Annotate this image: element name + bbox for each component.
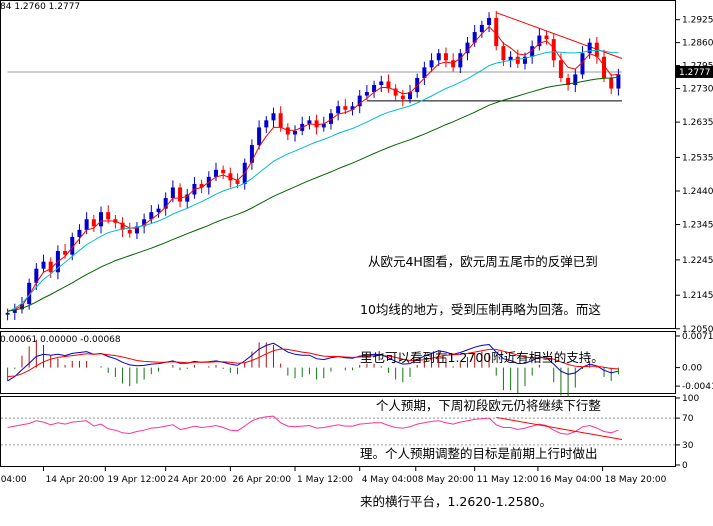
price-ytick-label: 1.2345 — [682, 221, 713, 231]
oscillator-ytick-label: 30 — [682, 441, 694, 451]
candle-body — [594, 42, 599, 57]
candle-body — [257, 127, 262, 146]
candle-body — [285, 127, 290, 135]
candle-body — [178, 187, 183, 202]
candle-body — [487, 17, 492, 25]
candle-body — [379, 81, 384, 86]
candle-body — [91, 219, 96, 227]
candle-body — [99, 212, 104, 227]
candle-body — [436, 53, 441, 61]
candle-body — [443, 53, 448, 61]
candle-body — [609, 77, 614, 89]
price-ytick-label: 1.2245 — [682, 256, 713, 266]
price-ytick-label: 1.2635 — [682, 118, 713, 128]
candle-body — [41, 261, 46, 269]
candle-body — [343, 106, 348, 110]
price-ytick-label: 1.2860 — [682, 39, 713, 49]
candle-body — [84, 219, 89, 230]
candle-body — [314, 120, 319, 128]
candle-body — [587, 42, 592, 54]
price-ytick-label: 1.2145 — [682, 291, 713, 301]
candle-body — [307, 120, 312, 124]
candle-body — [213, 169, 218, 177]
x-tick-label: 14 Apr 20:00 — [46, 475, 105, 485]
annotation-line: 10均线的地方，受到压制再略为回落。而这 — [360, 302, 601, 317]
candle-body — [515, 56, 520, 64]
oscillator-ytick-label: 0 — [682, 461, 688, 471]
candle-body — [278, 113, 283, 128]
x-tick-label: 19 Apr 12:00 — [107, 475, 166, 485]
candle-body — [5, 312, 10, 315]
price-ytick-label: 1.2730 — [682, 85, 713, 95]
price-ytick-label: 1.2440 — [682, 187, 713, 197]
candle-body — [364, 92, 369, 96]
macd-ytick-label: 0.00713 — [682, 332, 713, 342]
annotation-line: 从欧元4H图看，欧元周五尾市的反弹已到 — [360, 254, 598, 269]
candle-body — [616, 74, 621, 89]
x-tick-label: 26 Apr 20:00 — [232, 475, 291, 485]
macd-ytick-label: 0.00 — [682, 364, 702, 374]
x-tick-label: 1 May 12:00 — [297, 475, 353, 485]
candle-body — [429, 60, 434, 68]
candle-body — [170, 187, 175, 199]
last-price-label: 1.2777 — [679, 68, 711, 78]
oscillator-ytick-label: 100 — [682, 394, 699, 404]
candle-body — [544, 35, 549, 40]
annotation-line: 里也可以看到在1.2700附近有相当的支持。 — [360, 350, 604, 365]
annotation-line: 个人预期，下周初段欧元仍将继续下行整 — [360, 398, 601, 413]
candle-body — [156, 208, 161, 213]
annotation-line: 来的横行平台，1.2620-1.2580。 — [360, 494, 552, 509]
macd-title: 0.00061 0.00000 -0.00068 — [0, 335, 121, 345]
x-tick-label: 18 May 20:00 — [605, 475, 667, 485]
oscillator-ytick-label: 70 — [682, 414, 694, 424]
annotation-text-block: 从欧元4H图看，欧元周五尾市的反弹已到 10均线的地方，受到压制再略为回落。而这… — [360, 222, 604, 526]
price-ytick-label: 1.2925 — [682, 16, 713, 26]
header-text: 84 1.2760 1.2777 — [0, 2, 80, 12]
x-tick-label: 24 Apr 20:00 — [168, 475, 227, 485]
candle-body — [221, 169, 226, 174]
price-ytick-label: 1.2535 — [682, 153, 713, 163]
chart-canvas: 1.29251.28601.27951.27301.26351.25351.24… — [0, 0, 713, 485]
candle-body — [293, 130, 298, 135]
candle-body — [271, 113, 276, 121]
candle-body — [77, 229, 82, 237]
candle-body — [501, 46, 506, 61]
candle-body — [127, 229, 132, 234]
candle-body — [458, 53, 463, 68]
candle-body — [264, 120, 269, 128]
annotation-line: 理。个人预期调整的目标是前期上行时做出 — [360, 446, 598, 461]
candle-body — [106, 212, 111, 220]
candle-body — [451, 60, 456, 68]
candle-body — [558, 60, 563, 78]
candle-body — [336, 106, 341, 114]
candle-body — [400, 95, 405, 100]
macd-ytick-label: -0.00417 — [682, 382, 713, 392]
candle-body — [479, 24, 484, 33]
x-tick-label: 4 Apr 04:00 — [0, 475, 27, 485]
